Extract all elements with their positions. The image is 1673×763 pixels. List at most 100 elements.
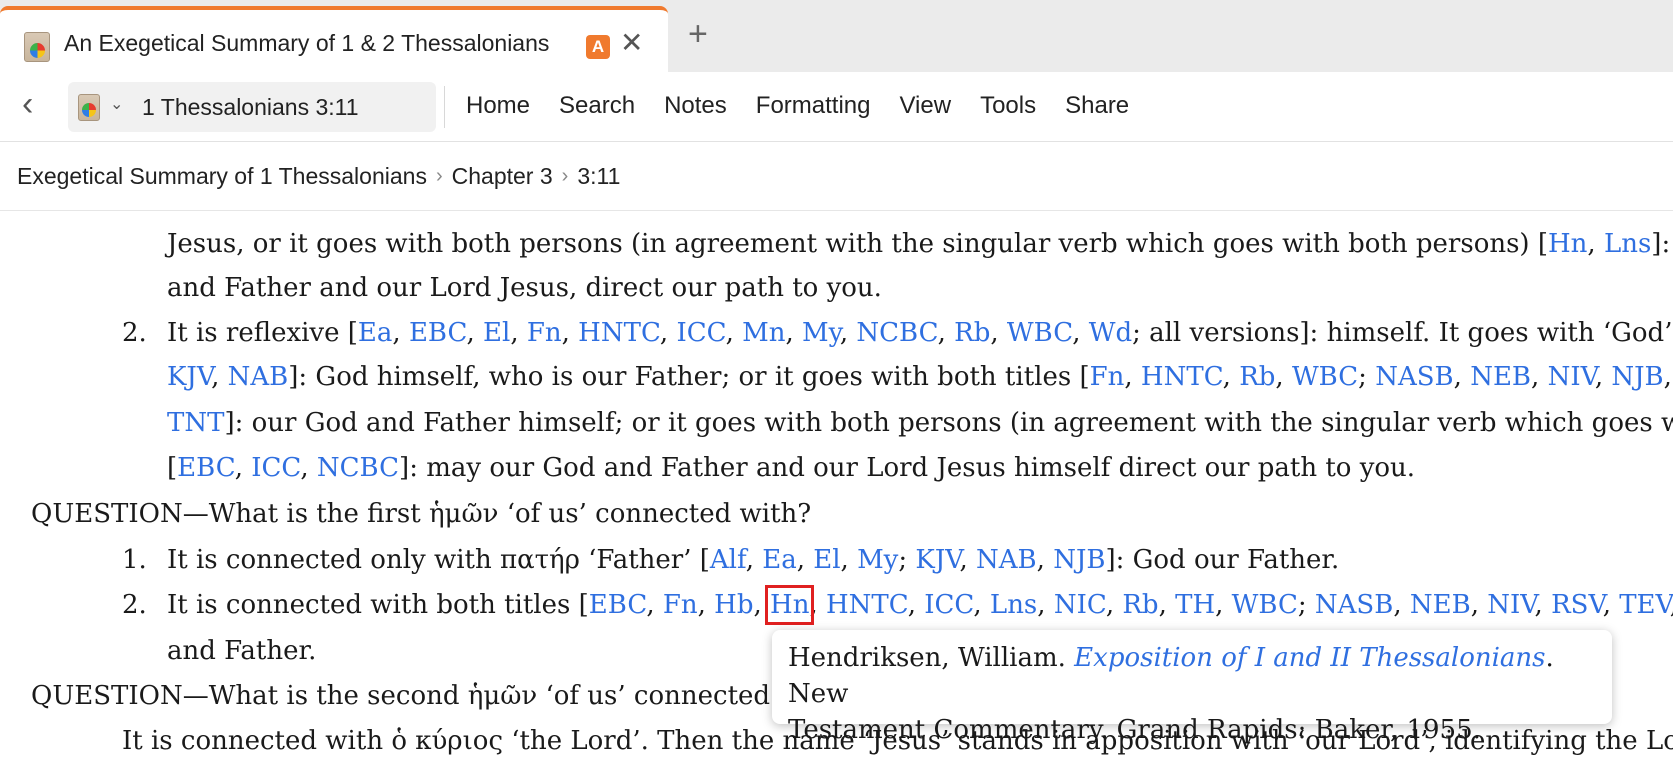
citation-link[interactable]: Hn — [1548, 229, 1587, 259]
citation-link[interactable]: NIC — [1054, 590, 1106, 620]
citation-link[interactable]: My — [802, 318, 840, 348]
citation-link[interactable]: EBC — [177, 453, 235, 483]
breadcrumb-chevron-icon: › — [561, 165, 569, 187]
menu-share[interactable]: Share — [1065, 86, 1129, 126]
citation-link[interactable]: NASB — [1315, 590, 1393, 620]
question-heading: QUESTION—What is the second ἡμῶν ‘of us’… — [31, 681, 801, 711]
text: It is reflexive [ — [167, 318, 358, 348]
citation-link[interactable]: NJB — [1611, 362, 1663, 392]
citation-list: HNTC, ICC, Lns, NIC, Rb, TH, WBC — [825, 590, 1298, 620]
citation-link[interactable]: Alf — [710, 545, 746, 575]
breadcrumb: Exegetical Summary of 1 Thessalonians › … — [0, 143, 1673, 211]
text: , — [211, 362, 228, 392]
citation-link[interactable]: NASB — [1375, 362, 1453, 392]
chevron-down-icon[interactable]: ⌄ — [110, 94, 123, 114]
citation-link[interactable]: NEB — [1470, 362, 1531, 392]
tab-bar: An Exegetical Summary of 1 & 2 Thessalon… — [0, 0, 1673, 72]
citation-link[interactable]: HNTC — [578, 318, 660, 348]
citation-link[interactable]: WBC — [1007, 318, 1072, 348]
citation-link[interactable]: EBC — [589, 590, 647, 620]
citation-link[interactable]: EBC — [409, 318, 467, 348]
citation-link[interactable]: Lns — [1604, 229, 1651, 259]
tooltip-book-title-link[interactable]: Exposition of I and II Thessalonians — [1074, 643, 1545, 673]
citation-link[interactable]: Ea — [762, 545, 796, 575]
citation-link[interactable]: ICC — [251, 453, 300, 483]
citation-link[interactable]: NAB — [976, 545, 1037, 575]
question-heading: QUESTION—What is the first ἡμῶν ‘of us’ … — [31, 499, 812, 529]
citation-link[interactable]: Rb — [1239, 362, 1275, 392]
citation-link[interactable]: Rb — [954, 318, 990, 348]
citation-link[interactable]: Rb — [1122, 590, 1158, 620]
menu-view[interactable]: View — [899, 86, 951, 126]
citation-link[interactable]: TH — [1175, 590, 1215, 620]
reference-box[interactable]: ⌄ 1 Thessalonians 3:11 — [68, 82, 436, 132]
breadcrumb-chevron-icon: › — [435, 165, 443, 187]
menu-notes[interactable]: Notes — [664, 86, 727, 126]
citation-link[interactable]: Lns — [990, 590, 1037, 620]
close-icon[interactable]: ✕ — [620, 28, 643, 58]
tooltip-line: Hendriksen, William. Exposition of I and… — [788, 640, 1596, 712]
menu-tools[interactable]: Tools — [980, 86, 1036, 126]
citation-link[interactable]: Ea — [358, 318, 392, 348]
document-tab[interactable]: An Exegetical Summary of 1 & 2 Thessalon… — [0, 6, 668, 72]
text-line: [EBC, ICC, NCBC]: may our God and Father… — [167, 450, 1415, 486]
text: Jesus, or it goes with both persons (in … — [167, 229, 1548, 259]
book-icon — [24, 32, 50, 62]
citation-link[interactable]: ICC — [924, 590, 973, 620]
new-tab-icon[interactable]: + — [688, 16, 708, 52]
citation-link[interactable]: HNTC — [1141, 362, 1223, 392]
citation-link[interactable]: NIV — [1487, 590, 1534, 620]
citation-link[interactable]: Fn — [527, 318, 562, 348]
citation-link[interactable]: HNTC — [826, 590, 908, 620]
citation-link[interactable]: NIV — [1548, 362, 1595, 392]
citation-link[interactable]: NEB — [1410, 590, 1471, 620]
tab-title: An Exegetical Summary of 1 & 2 Thessalon… — [64, 30, 550, 56]
text: ]: our God and Father himself; or it goe… — [224, 408, 1673, 438]
breadcrumb-verse[interactable]: 3:11 — [577, 163, 620, 190]
text: ; — [1297, 590, 1315, 620]
breadcrumb-chapter[interactable]: Chapter 3 — [452, 163, 553, 190]
tooltip-author: Hendriksen, William. — [788, 643, 1075, 673]
citation-link[interactable]: KJV — [167, 362, 211, 392]
citation-link[interactable]: NCBC — [317, 453, 399, 483]
citation-link[interactable]: Hb — [714, 590, 753, 620]
citation-link[interactable]: TEV — [1619, 590, 1670, 620]
citation-list: Fn, HNTC, Rb, WBC — [1089, 362, 1359, 392]
text: , — [1587, 229, 1604, 259]
resource-badge: A — [586, 35, 610, 59]
citation-link[interactable]: NJB — [1053, 545, 1105, 575]
breadcrumb-book[interactable]: Exegetical Summary of 1 Thessalonians — [17, 163, 427, 190]
citation-link[interactable]: ICC — [676, 318, 725, 348]
citation-link[interactable]: RSV — [1551, 590, 1603, 620]
citation-link[interactable]: NCBC — [856, 318, 937, 348]
citation-link[interactable]: Wd — [1089, 318, 1132, 348]
menu-formatting[interactable]: Formatting — [756, 86, 871, 126]
citation-link[interactable]: WBC — [1232, 590, 1298, 620]
text-line: It is connected only with πατήρ ‘Father’… — [167, 542, 1339, 578]
back-arrow-icon[interactable]: ‹ — [22, 86, 33, 122]
text: ; — [1358, 362, 1376, 392]
text-line: and Father. — [167, 636, 317, 666]
list-number: 2. — [122, 590, 147, 620]
reference-input[interactable]: 1 Thessalonians 3:11 — [142, 94, 359, 121]
menu-search[interactable]: Search — [559, 86, 635, 126]
citation-link[interactable]: My — [857, 545, 898, 575]
text: [ — [167, 453, 178, 483]
hovered-citation-link[interactable]: Hn — [764, 585, 815, 625]
text: ; — [898, 545, 916, 575]
citation-link[interactable]: TNT — [167, 408, 224, 438]
menu-home[interactable]: Home — [466, 86, 530, 126]
citation-link[interactable]: NAB — [228, 362, 289, 392]
citation-link[interactable]: WBC — [1292, 362, 1358, 392]
citation-link[interactable]: Fn — [1090, 362, 1125, 392]
citation-link[interactable]: Fn — [663, 590, 698, 620]
citation-list: Ea, EBC, El, Fn, HNTC, ICC, Mn, My, NCBC… — [357, 318, 1133, 348]
list-number: 1. — [122, 545, 147, 575]
citation-link[interactable]: Mn — [742, 318, 785, 348]
text: ]: may our God and Father and our Lord J… — [399, 453, 1416, 483]
citation-link[interactable]: El — [483, 318, 510, 348]
citation-link[interactable]: El — [813, 545, 840, 575]
text-line: Jesus, or it goes with both persons (in … — [167, 226, 1673, 262]
citation-link[interactable]: KJV — [915, 545, 959, 575]
tooltip-line: Testament Commentary. Grand Rapids: Bake… — [788, 715, 1481, 745]
